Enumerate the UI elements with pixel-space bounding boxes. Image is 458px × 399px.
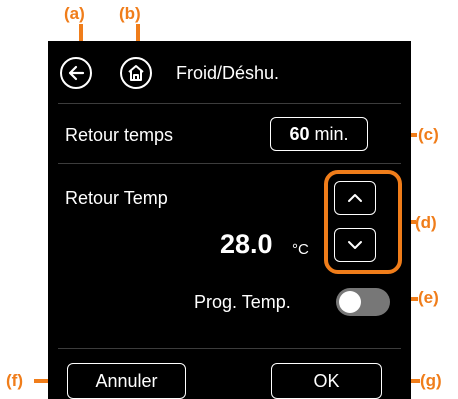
ok-button[interactable]: OK <box>271 363 382 399</box>
toggle-knob <box>339 291 361 313</box>
retour-temp-label: Retour Temp <box>65 188 168 208</box>
divider <box>58 348 401 349</box>
home-icon <box>128 65 144 81</box>
callout-e: (e) <box>418 288 439 307</box>
cancel-button[interactable]: Annuler <box>67 363 186 399</box>
callout-d: (d) <box>415 213 437 232</box>
callout-b: (b) <box>119 4 141 23</box>
callout-f: (f) <box>6 371 23 390</box>
callout-g: (g) <box>420 371 442 390</box>
temperature-unit: °C <box>292 241 309 258</box>
back-arrow-icon <box>68 65 85 81</box>
temperature-value: 28.0 <box>220 229 273 259</box>
retour-temps-label: Retour temps <box>65 125 174 145</box>
callout-c: (c) <box>418 125 439 144</box>
callout-a: (a) <box>64 4 85 23</box>
stepper-highlight <box>324 170 402 274</box>
back-button[interactable] <box>60 57 92 89</box>
retour-temps-value: 60 <box>289 123 310 144</box>
retour-temps-button[interactable]: 60 min. <box>270 117 368 151</box>
home-button[interactable] <box>120 57 152 89</box>
page-title: Froid/Déshu. <box>176 63 280 83</box>
divider <box>58 163 401 164</box>
prog-temp-label: Prog. Temp. <box>194 292 291 312</box>
retour-temps-unit: min. <box>314 123 349 144</box>
divider <box>58 103 401 104</box>
prog-temp-toggle[interactable] <box>336 288 390 316</box>
